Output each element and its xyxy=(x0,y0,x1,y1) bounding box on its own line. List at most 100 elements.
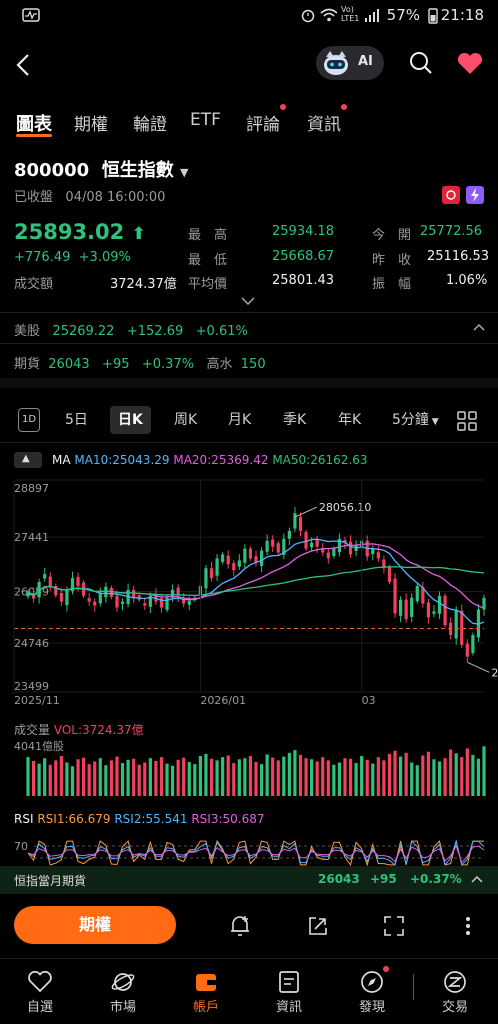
period-quarterly[interactable]: 季K xyxy=(283,406,306,434)
turnover-value: 3724.37億 xyxy=(110,277,177,292)
candlestick-chart[interactable]: 288972744126059247462349928056.1024203.5… xyxy=(0,472,498,708)
share-icon[interactable] xyxy=(306,914,330,938)
nav-account[interactable]: 帳戶 xyxy=(176,968,236,1015)
candle xyxy=(104,586,108,598)
prev-close-label: 昨 收 xyxy=(372,253,412,268)
candle xyxy=(293,513,297,529)
volume-bar xyxy=(354,763,358,796)
futures-value: 26043 xyxy=(48,357,90,372)
futures-ticker-strip[interactable]: 恒指當月期貨 26043 +95 +0.37% xyxy=(0,866,498,894)
volume-bar xyxy=(465,748,469,796)
volume-bar xyxy=(482,746,486,796)
candle xyxy=(93,601,97,606)
rsi3-label: RSI3:50.687 xyxy=(191,812,265,826)
volume-bar xyxy=(443,758,447,796)
fullscreen-icon[interactable] xyxy=(382,914,406,938)
tab-options[interactable]: 期權 xyxy=(74,110,108,135)
candle xyxy=(271,539,275,547)
candle xyxy=(209,568,214,579)
nav-watchlist[interactable]: 自選 xyxy=(10,968,70,1015)
favorite-heart-icon[interactable] xyxy=(456,52,484,76)
open-label: 今 開 xyxy=(372,228,412,243)
candle xyxy=(376,552,380,559)
period-5min[interactable]: 5分鐘 ▼ xyxy=(392,406,439,434)
period-5d[interactable]: 5日 xyxy=(65,406,88,434)
legend-toggle[interactable]: ▲ xyxy=(14,452,42,468)
ma10-label: MA10:25043.29 xyxy=(74,453,170,467)
search-icon[interactable] xyxy=(408,50,434,76)
tab-warrants[interactable]: 輪證 xyxy=(133,110,167,135)
strip-chevron-up-icon[interactable] xyxy=(470,874,484,884)
volume-bar xyxy=(104,765,108,796)
volume-bar xyxy=(187,761,191,796)
ma20-label: MA20:25369.42 xyxy=(173,453,269,467)
premium-value: 150 xyxy=(240,357,266,372)
quote-datetime: 04/08 16:00:00 xyxy=(65,190,166,205)
volume-bar xyxy=(65,762,69,796)
candle xyxy=(143,603,147,606)
tab-etf[interactable]: ETF xyxy=(190,110,221,130)
volume-chart[interactable]: 4041億股 xyxy=(0,738,498,798)
volume-bar xyxy=(48,764,52,796)
period-yearly[interactable]: 年K xyxy=(338,406,361,434)
rsi-chart[interactable]: 70 xyxy=(0,832,498,866)
price-value: 25893.02 xyxy=(14,220,125,244)
volume-label: 成交量 xyxy=(14,723,51,737)
volume-bar xyxy=(298,754,303,796)
period-5min-label: 5分鐘 xyxy=(392,412,429,428)
activity-icon xyxy=(22,8,40,22)
futures-strip-label: 恒指當月期貨 xyxy=(14,874,87,888)
rsi-tick-label: 70 xyxy=(14,840,28,853)
period-weekly[interactable]: 周K xyxy=(174,406,197,434)
tab-comments[interactable]: 評論 xyxy=(246,110,280,135)
tab-chart[interactable]: 圖表 xyxy=(16,110,52,136)
tab-news[interactable]: 資訊 xyxy=(307,110,341,135)
volume-bar xyxy=(193,764,197,796)
candle xyxy=(387,567,392,582)
grid-layout-icon[interactable] xyxy=(456,410,478,432)
volume-bar xyxy=(93,761,97,796)
futures-pct: +0.37% xyxy=(141,357,195,372)
high-label: 最 高 xyxy=(188,228,228,243)
more-menu-icon[interactable] xyxy=(460,914,476,938)
y-tick-label: 24746 xyxy=(14,637,49,650)
collapse-chevron-icon[interactable] xyxy=(472,322,486,332)
nav-discover[interactable]: 發現 xyxy=(342,968,402,1015)
expand-chevron-icon[interactable] xyxy=(240,295,256,307)
nav-trade[interactable]: 交易 xyxy=(425,968,485,1015)
options-button[interactable]: 期權 xyxy=(14,906,176,944)
period-daily[interactable]: 日K xyxy=(110,406,151,434)
volume-bar xyxy=(276,760,280,796)
alert-bell-icon[interactable] xyxy=(228,914,252,938)
candle xyxy=(454,609,458,639)
x-tick-label: 2026/01 xyxy=(200,694,246,707)
volume-bar xyxy=(421,755,425,796)
candle xyxy=(43,574,47,579)
candle xyxy=(120,601,125,604)
caret-down-icon: ▼ xyxy=(179,166,189,179)
candle xyxy=(348,541,353,555)
us-stock-row[interactable]: 美股 25269.22 +152.69 +0.61% xyxy=(14,320,248,339)
back-icon[interactable] xyxy=(12,52,34,78)
volume-bar xyxy=(54,760,58,796)
wallet-icon xyxy=(196,974,216,991)
max-price-label: 28056.10 xyxy=(319,501,372,514)
candle xyxy=(437,595,442,614)
battery-icon xyxy=(428,8,438,24)
nav-news[interactable]: 資訊 xyxy=(259,968,319,1015)
nav-market[interactable]: 市場 xyxy=(93,968,153,1015)
candle xyxy=(132,589,136,598)
period-monthly[interactable]: 月K xyxy=(228,406,251,434)
volume-bar xyxy=(254,761,258,796)
volume-bar xyxy=(371,763,375,796)
volume-bar xyxy=(476,758,481,796)
stock-title[interactable]: 800000 恒生指數 ▼ xyxy=(14,156,188,182)
ai-assistant-button[interactable]: AI xyxy=(316,46,384,80)
futures-row[interactable]: 期貨 26043 +95 +0.37% 高水 150 xyxy=(14,353,266,372)
volume-bar xyxy=(115,756,119,796)
period-1d[interactable]: 1D xyxy=(18,408,40,432)
flash-icon[interactable] xyxy=(466,186,484,204)
futures-label: 期貨 xyxy=(14,357,41,372)
volume-bar xyxy=(410,762,414,796)
candle xyxy=(76,576,80,586)
